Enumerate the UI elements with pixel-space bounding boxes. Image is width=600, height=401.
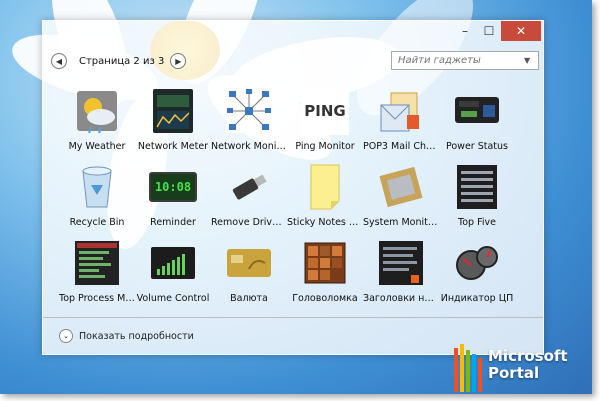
- gadget-tile[interactable]: Top Process Mo...: [59, 239, 135, 304]
- ping-icon: PING: [301, 87, 349, 135]
- top-five-icon: [453, 163, 501, 211]
- gadget-gallery-window: – ☐ ✕ ◀ Страница 2 из 3 ▶ ▼ My Weather: [42, 20, 544, 355]
- prev-page-button[interactable]: ◀: [51, 53, 67, 69]
- gadget-tile[interactable]: PING Ping Monitor: [287, 87, 363, 152]
- volume-icon: [149, 239, 197, 287]
- power-status-icon: [453, 87, 501, 135]
- puzzle-icon: [301, 239, 349, 287]
- close-button[interactable]: ✕: [501, 21, 541, 41]
- reminder-clock-icon: 10:08: [149, 163, 197, 211]
- gadget-tile[interactable]: System Monitor II: [363, 163, 439, 228]
- desktop-background: – ☐ ✕ ◀ Страница 2 из 3 ▶ ▼ My Weather: [0, 0, 592, 394]
- page-indicator: Страница 2 из 3: [79, 55, 165, 67]
- next-page-button[interactable]: ▶: [170, 53, 187, 69]
- cpu-gauge-icon: [453, 239, 501, 287]
- gadget-tile[interactable]: Top Five: [439, 163, 515, 228]
- gadget-tile[interactable]: My Weather: [59, 87, 135, 152]
- gadget-label: Top Process Mo...: [59, 293, 135, 304]
- gadget-label: Валюта: [230, 293, 268, 304]
- usb-drive-icon: [225, 163, 273, 211]
- gadget-label: Power Status: [445, 141, 508, 152]
- gadget-label: Головоломка: [292, 293, 358, 304]
- gadget-label: Sticky Notes On...: [287, 217, 363, 228]
- gadget-tile[interactable]: Volume Control: [135, 239, 211, 304]
- gadget-tile[interactable]: Головоломка: [287, 239, 363, 304]
- gadget-label: Top Five: [458, 217, 496, 228]
- gadget-label: My Weather: [68, 141, 126, 152]
- gadget-label: Индикатор ЦП: [440, 293, 514, 304]
- gadget-tile[interactable]: Sticky Notes On...: [287, 163, 363, 228]
- reminder-clock-text: 10:08: [154, 180, 192, 194]
- gadget-tile[interactable]: Network Monit...: [211, 87, 287, 152]
- watermark-logo: Microsoft Portal: [452, 340, 592, 394]
- gadget-tile[interactable]: Recycle Bin: [59, 163, 135, 228]
- show-details-toggle[interactable]: ⌄ Показать подробности: [59, 329, 194, 343]
- watermark-line1: Microsoft: [488, 347, 568, 365]
- cpu-chip-icon: [377, 163, 425, 211]
- maximize-button[interactable]: ☐: [477, 21, 501, 41]
- search-dropdown-icon[interactable]: ▼: [524, 56, 530, 65]
- gadget-label: POP3 Mail Chec...: [363, 141, 439, 152]
- chevron-down-icon[interactable]: ⌄: [59, 329, 73, 343]
- gadget-tile[interactable]: Remove Drive S...: [211, 163, 287, 228]
- minimize-button[interactable]: –: [453, 21, 477, 41]
- gadget-tile[interactable]: POP3 Mail Chec...: [363, 87, 439, 152]
- network-meter-icon: [149, 87, 197, 135]
- watermark-bars-icon: [454, 344, 482, 392]
- top-process-icon: [73, 239, 121, 287]
- weather-icon: [73, 87, 121, 135]
- gadget-label: Reminder: [150, 217, 196, 228]
- gadget-tile[interactable]: Заголовки нов...: [363, 239, 439, 304]
- news-headlines-icon: [377, 239, 425, 287]
- recycle-bin-icon: [73, 163, 121, 211]
- divider: [43, 317, 543, 318]
- gadget-label: System Monitor II: [363, 217, 439, 228]
- network-monitor-icon: [225, 87, 273, 135]
- gadget-label: Remove Drive S...: [211, 217, 287, 228]
- show-details-label: Показать подробности: [79, 330, 194, 342]
- page-navigator: ◀ Страница 2 из 3 ▶: [51, 53, 187, 69]
- gadget-label: Network Meter: [137, 141, 209, 152]
- ping-icon-text: PING: [304, 102, 346, 120]
- gadget-label: Network Monit...: [211, 141, 287, 152]
- mail-icon: [377, 87, 425, 135]
- gadget-tile[interactable]: Валюта: [211, 239, 287, 304]
- gadget-label: Ping Monitor: [295, 141, 355, 152]
- gadget-label: Recycle Bin: [69, 217, 125, 228]
- currency-card-icon: [225, 239, 273, 287]
- gadget-tile[interactable]: 10:08 Reminder: [135, 163, 211, 228]
- watermark-text: Microsoft Portal: [488, 348, 568, 382]
- gadget-label: Заголовки нов...: [363, 293, 439, 304]
- search-input[interactable]: [396, 54, 518, 67]
- watermark-line2: Portal: [488, 364, 540, 382]
- gadget-tile[interactable]: Power Status: [439, 87, 515, 152]
- search-box[interactable]: ▼: [391, 51, 539, 70]
- sticky-note-icon: [301, 163, 349, 211]
- gadget-tile[interactable]: Network Meter: [135, 87, 211, 152]
- gadget-label: Volume Control: [136, 293, 210, 304]
- gadget-tile[interactable]: Индикатор ЦП: [439, 239, 515, 304]
